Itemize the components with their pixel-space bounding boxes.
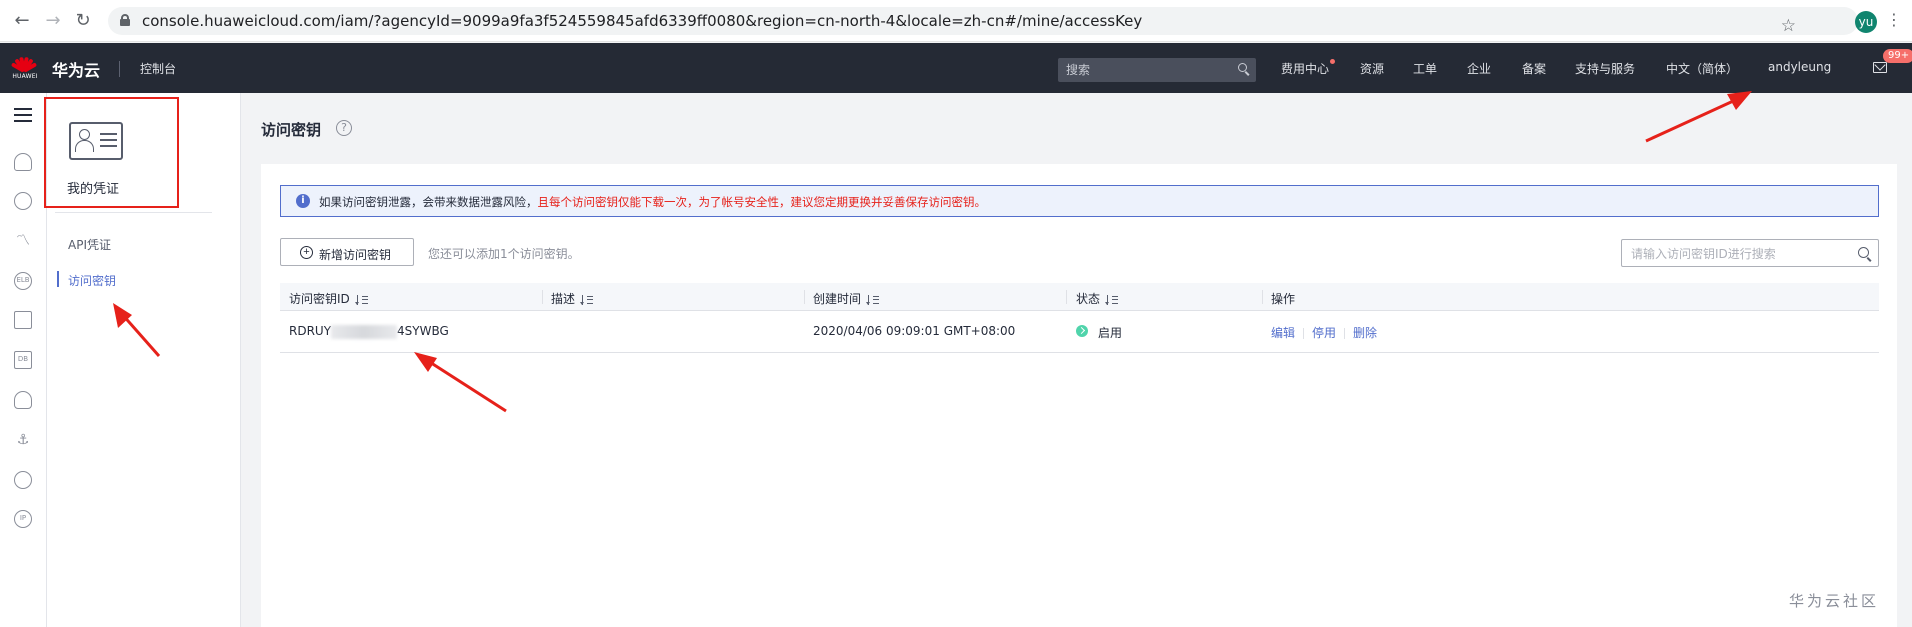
access-key-created: 2020/04/06 09:09:01 GMT+08:00	[813, 324, 1016, 338]
help-icon[interactable]: ?	[336, 120, 352, 136]
monitor-icon[interactable]: 〽	[14, 232, 32, 250]
column-label: 创建时间	[813, 292, 862, 306]
ip-icon[interactable]: IP	[14, 510, 32, 528]
sort-icon[interactable]	[354, 294, 368, 305]
cloud-server-icon[interactable]	[14, 153, 32, 171]
info-icon: i	[296, 194, 310, 208]
add-access-key-button[interactable]: + 新增访问密钥	[280, 238, 414, 266]
disable-link[interactable]: 停用	[1312, 326, 1336, 340]
message-badge: 99+	[1883, 49, 1912, 63]
column-separator	[804, 290, 805, 304]
redacted-mask	[331, 324, 398, 339]
subnav-item-access-keys[interactable]: 访问密钥	[68, 272, 116, 289]
action-separator	[1344, 328, 1346, 339]
url-text[interactable]: console.huaweicloud.com/iam/?agencyId=90…	[142, 12, 1142, 30]
access-key-status: 启用	[1076, 324, 1122, 341]
notice-normal-text: 如果访问密钥泄露，会带来数据泄露风险，	[319, 195, 538, 209]
status-label: 启用	[1098, 326, 1123, 340]
global-search-input[interactable]	[1066, 61, 1226, 79]
action-separator	[1303, 328, 1305, 339]
top-header: HUAWEI 华为云 控制台 费用中心 资源 工单 企业 备案 支持与服务 中文…	[0, 43, 1912, 93]
browser-toolbar: ← → ↻ console.huaweicloud.com/iam/?agenc…	[0, 0, 1912, 42]
console-link[interactable]: 控制台	[140, 60, 176, 77]
nav-resources[interactable]: 资源	[1360, 60, 1384, 77]
cloud-icon[interactable]	[14, 391, 32, 409]
column-header-created[interactable]: 创建时间	[813, 290, 880, 307]
profile-avatar[interactable]: yu	[1855, 11, 1877, 33]
notice-warning-text: 且每个访问密钥仅能下载一次，为了帐号安全性，建议您定期更换并妥善保存访问密钥。	[537, 195, 987, 209]
column-header-actions: 操作	[1271, 292, 1296, 306]
language-switch[interactable]: 中文（简体）	[1666, 60, 1738, 77]
watermark: 华为云社区	[1789, 592, 1880, 610]
quota-text: 您还可以添加1个访问密钥。	[428, 247, 580, 261]
logo-text: HUAWEI	[12, 73, 38, 80]
globe-icon[interactable]	[14, 471, 32, 489]
bookmark-star-icon[interactable]: ☆	[1781, 16, 1796, 36]
browser-menu-icon[interactable]: ⋮	[1886, 10, 1902, 29]
menu-icon[interactable]	[14, 108, 32, 122]
sort-icon[interactable]	[1104, 294, 1119, 305]
table-header: 访问密钥ID 描述 创建时间 状态 操作	[280, 283, 1879, 311]
add-access-key-label: 新增访问密钥	[319, 248, 392, 262]
column-separator	[1262, 290, 1263, 304]
plus-circle-icon: +	[300, 246, 313, 259]
access-key-id-suffix: 4SYWBG	[397, 324, 449, 338]
subnav-divider	[55, 212, 212, 213]
nav-billing-center[interactable]: 费用中心	[1281, 60, 1329, 77]
info-notice: i 如果访问密钥泄露，会带来数据泄露风险，且每个访问密钥仅能下载一次，为了帐号安…	[280, 185, 1879, 217]
column-separator	[1066, 290, 1067, 304]
column-header-description[interactable]: 描述	[551, 290, 594, 307]
column-header-key-id[interactable]: 访问密钥ID	[289, 290, 368, 307]
annotation-highlight-box	[44, 97, 179, 208]
service-rail: 〽 ELB DB ⚓ IP	[0, 93, 47, 627]
column-header-status[interactable]: 状态	[1076, 290, 1119, 307]
lock-icon	[120, 14, 130, 26]
username-menu[interactable]: andyleung	[1768, 60, 1831, 74]
access-key-search[interactable]	[1621, 239, 1879, 267]
message-icon[interactable]	[1873, 62, 1887, 73]
elb-icon[interactable]: ELB	[14, 272, 32, 290]
anchor-icon[interactable]: ⚓	[14, 431, 32, 449]
database-icon[interactable]: DB	[14, 351, 32, 369]
column-separator	[542, 290, 543, 304]
access-key-id-prefix: RDRUY	[289, 324, 332, 338]
global-search[interactable]	[1058, 58, 1256, 82]
sort-icon[interactable]	[865, 294, 880, 305]
search-icon[interactable]	[1858, 247, 1872, 262]
column-label: 状态	[1076, 292, 1101, 306]
brand-name[interactable]: 华为云	[52, 57, 100, 81]
column-label: 描述	[551, 292, 576, 306]
huawei-logo[interactable]: HUAWEI	[10, 51, 40, 85]
access-key-table: 访问密钥ID 描述 创建时间 状态 操作 RDRUY 4SYWBG 2020/04…	[280, 283, 1879, 353]
row-actions: 编辑 停用 删除	[1271, 324, 1377, 341]
nav-enterprise[interactable]: 企业	[1467, 60, 1491, 77]
access-key-search-input[interactable]	[1631, 245, 1841, 263]
delete-link[interactable]: 删除	[1353, 326, 1377, 340]
address-bar[interactable]: console.huaweicloud.com/iam/?agencyId=90…	[108, 7, 1858, 36]
status-enabled-icon	[1076, 325, 1088, 337]
back-arrow-icon[interactable]: ←	[12, 11, 32, 31]
nav-icp-filing[interactable]: 备案	[1522, 60, 1546, 77]
huawei-flower-icon	[10, 51, 38, 73]
cluster-icon[interactable]	[14, 192, 32, 210]
nav-support[interactable]: 支持与服务	[1575, 60, 1635, 77]
nav-tickets[interactable]: 工单	[1413, 60, 1437, 77]
active-indicator	[57, 271, 59, 287]
notification-dot	[1330, 59, 1335, 64]
reload-icon[interactable]: ↻	[73, 11, 93, 31]
access-key-id: RDRUY 4SYWBG	[289, 324, 449, 339]
notice-text: 如果访问密钥泄露，会带来数据泄露风险，且每个访问密钥仅能下载一次，为了帐号安全性…	[319, 194, 986, 210]
sort-icon[interactable]	[579, 294, 594, 305]
content-card: i 如果访问密钥泄露，会带来数据泄露风险，且每个访问密钥仅能下载一次，为了帐号安…	[261, 164, 1897, 627]
table-row: RDRUY 4SYWBG 2020/04/06 09:09:01 GMT+08:0…	[280, 311, 1879, 353]
header-divider	[119, 61, 120, 77]
column-label: 访问密钥ID	[289, 292, 350, 306]
search-icon[interactable]	[1238, 63, 1250, 76]
forward-arrow-icon[interactable]: →	[43, 11, 63, 31]
subnav-item-api-credentials[interactable]: API凭证	[68, 236, 111, 253]
page-title: 访问密钥	[261, 121, 322, 139]
edit-link[interactable]: 编辑	[1271, 326, 1295, 340]
storage-icon[interactable]	[14, 311, 32, 329]
annotation-arrow-username	[1645, 91, 1752, 143]
